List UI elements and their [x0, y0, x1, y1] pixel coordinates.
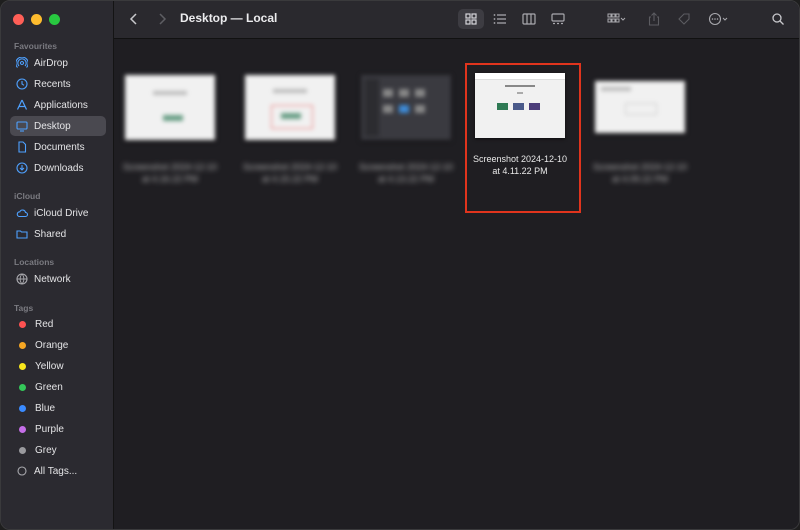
file-name: Screenshot 2024-12-10 at 4.16.22 PM: [122, 162, 218, 184]
sidebar-item-icloud-drive[interactable]: iCloud Drive: [10, 203, 106, 223]
purple-tag-dot-icon: [19, 425, 26, 433]
sidebar-item-label: Purple: [35, 423, 64, 435]
sidebar-item-label: Grey: [35, 444, 57, 456]
file-thumbnail: [125, 75, 215, 140]
group-grid-icon: [607, 13, 626, 23]
sidebar-item-label: Blue: [35, 402, 56, 414]
tags-heading: Tags: [14, 303, 34, 313]
sidebar-item-shared[interactable]: Shared: [10, 224, 106, 244]
locations-heading: Locations: [14, 257, 55, 267]
file-grid: Screenshot 2024-12-10 at 4.16.22 PM Scree…: [114, 39, 799, 529]
window-title: Desktop — Local: [180, 11, 278, 25]
favourites-heading: Favourites: [14, 41, 57, 51]
sidebar-item-applications[interactable]: Applications: [10, 95, 106, 115]
applications-icon: [16, 99, 28, 111]
sidebar-item-recents[interactable]: Recents: [10, 74, 106, 94]
green-tag-dot-icon: [19, 383, 26, 391]
gallery-view-button[interactable]: [547, 9, 569, 29]
sidebar-item-airdrop[interactable]: AirDrop: [10, 53, 106, 73]
chevron-left-icon: [129, 13, 137, 25]
desktop-icon: [16, 120, 28, 132]
sidebar-item-label: Green: [35, 381, 63, 393]
tag-button[interactable]: [674, 9, 694, 29]
yellow-tag-dot-icon: [19, 362, 26, 370]
sidebar-item-label: Shared: [34, 228, 67, 240]
all-tags-icon: [16, 465, 28, 477]
sidebar-tag-red[interactable]: Red: [10, 314, 106, 334]
sidebar-item-label: Downloads: [34, 162, 84, 174]
share-button[interactable]: [644, 9, 664, 29]
sidebar-item-label: Yellow: [35, 360, 64, 372]
close-window-button[interactable]: [13, 14, 24, 25]
sidebar-tag-blue[interactable]: Blue: [10, 398, 106, 418]
file-name: Screenshot 2024-12-10 at 4.09.22 PM: [592, 162, 688, 184]
sidebar-tag-purple[interactable]: Purple: [10, 419, 106, 439]
sidebar-item-label: Orange: [35, 339, 69, 351]
sidebar-item-label: Desktop: [34, 120, 71, 132]
sidebar-tag-yellow[interactable]: Yellow: [10, 356, 106, 376]
sidebar-item-label: AirDrop: [34, 57, 68, 69]
grid-view-icon: [465, 13, 477, 25]
icloud-heading: iCloud: [14, 191, 41, 201]
sidebar-all-tags[interactable]: All Tags...: [10, 461, 106, 481]
file-name: Screenshot 2024-12-10 at 4.15.22 PM: [242, 162, 338, 184]
more-actions-button[interactable]: [704, 9, 734, 29]
sidebar: Favourites AirDrop Recents Applications …: [1, 1, 114, 529]
file-name: Screenshot 2024-12-10 at 4.13.22 PM: [358, 162, 454, 184]
list-view-icon: [493, 14, 506, 24]
sidebar-item-documents[interactable]: Documents: [10, 137, 106, 157]
sidebar-item-desktop[interactable]: Desktop: [10, 116, 106, 136]
main-area: Desktop — Local Screenshot 2024-12-10 at…: [114, 1, 799, 529]
column-view-icon: [522, 13, 536, 25]
cloud-icon: [16, 207, 28, 219]
window-controls: [13, 14, 60, 25]
tag-icon: [678, 13, 690, 25]
sidebar-item-label: Applications: [34, 99, 88, 111]
orange-tag-dot-icon: [19, 341, 26, 349]
airdrop-icon: [16, 57, 28, 69]
chevron-right-icon: [159, 13, 167, 25]
grey-tag-dot-icon: [19, 446, 26, 454]
ellipsis-circle-icon: [708, 12, 728, 26]
zoom-window-button[interactable]: [49, 14, 60, 25]
icon-view-button[interactable]: [458, 9, 484, 29]
shared-folder-icon: [16, 228, 28, 240]
search-button[interactable]: [768, 9, 788, 29]
search-icon: [772, 13, 784, 25]
file-thumbnail: [595, 81, 685, 133]
share-icon: [648, 12, 660, 26]
sidebar-item-label: Recents: [34, 78, 71, 90]
minimize-window-button[interactable]: [31, 14, 42, 25]
file-thumbnail: [245, 75, 335, 140]
blue-tag-dot-icon: [19, 404, 26, 412]
document-icon: [16, 141, 28, 153]
network-icon: [16, 273, 28, 285]
forward-button[interactable]: [154, 9, 170, 29]
gallery-view-icon: [551, 13, 565, 25]
sidebar-item-label: Network: [34, 273, 71, 285]
sidebar-tag-orange[interactable]: Orange: [10, 335, 106, 355]
sidebar-item-downloads[interactable]: Downloads: [10, 158, 106, 178]
sidebar-tag-green[interactable]: Green: [10, 377, 106, 397]
sidebar-item-label: iCloud Drive: [34, 207, 89, 219]
download-icon: [16, 162, 28, 174]
finder-window: Favourites AirDrop Recents Applications …: [0, 0, 800, 530]
red-tag-dot-icon: [19, 320, 26, 328]
file-thumbnail: [361, 75, 451, 140]
list-view-button[interactable]: [489, 9, 511, 29]
column-view-button[interactable]: [518, 9, 540, 29]
back-button[interactable]: [126, 9, 142, 29]
selection-highlight: [465, 63, 581, 213]
group-by-button[interactable]: [602, 9, 632, 29]
sidebar-item-label: All Tags...: [34, 465, 78, 477]
sidebar-item-label: Red: [35, 318, 54, 330]
clock-icon: [16, 78, 28, 90]
sidebar-item-network[interactable]: Network: [10, 269, 106, 289]
sidebar-tag-grey[interactable]: Grey: [10, 440, 106, 460]
sidebar-item-label: Documents: [34, 141, 85, 153]
toolbar: Desktop — Local: [114, 1, 799, 39]
